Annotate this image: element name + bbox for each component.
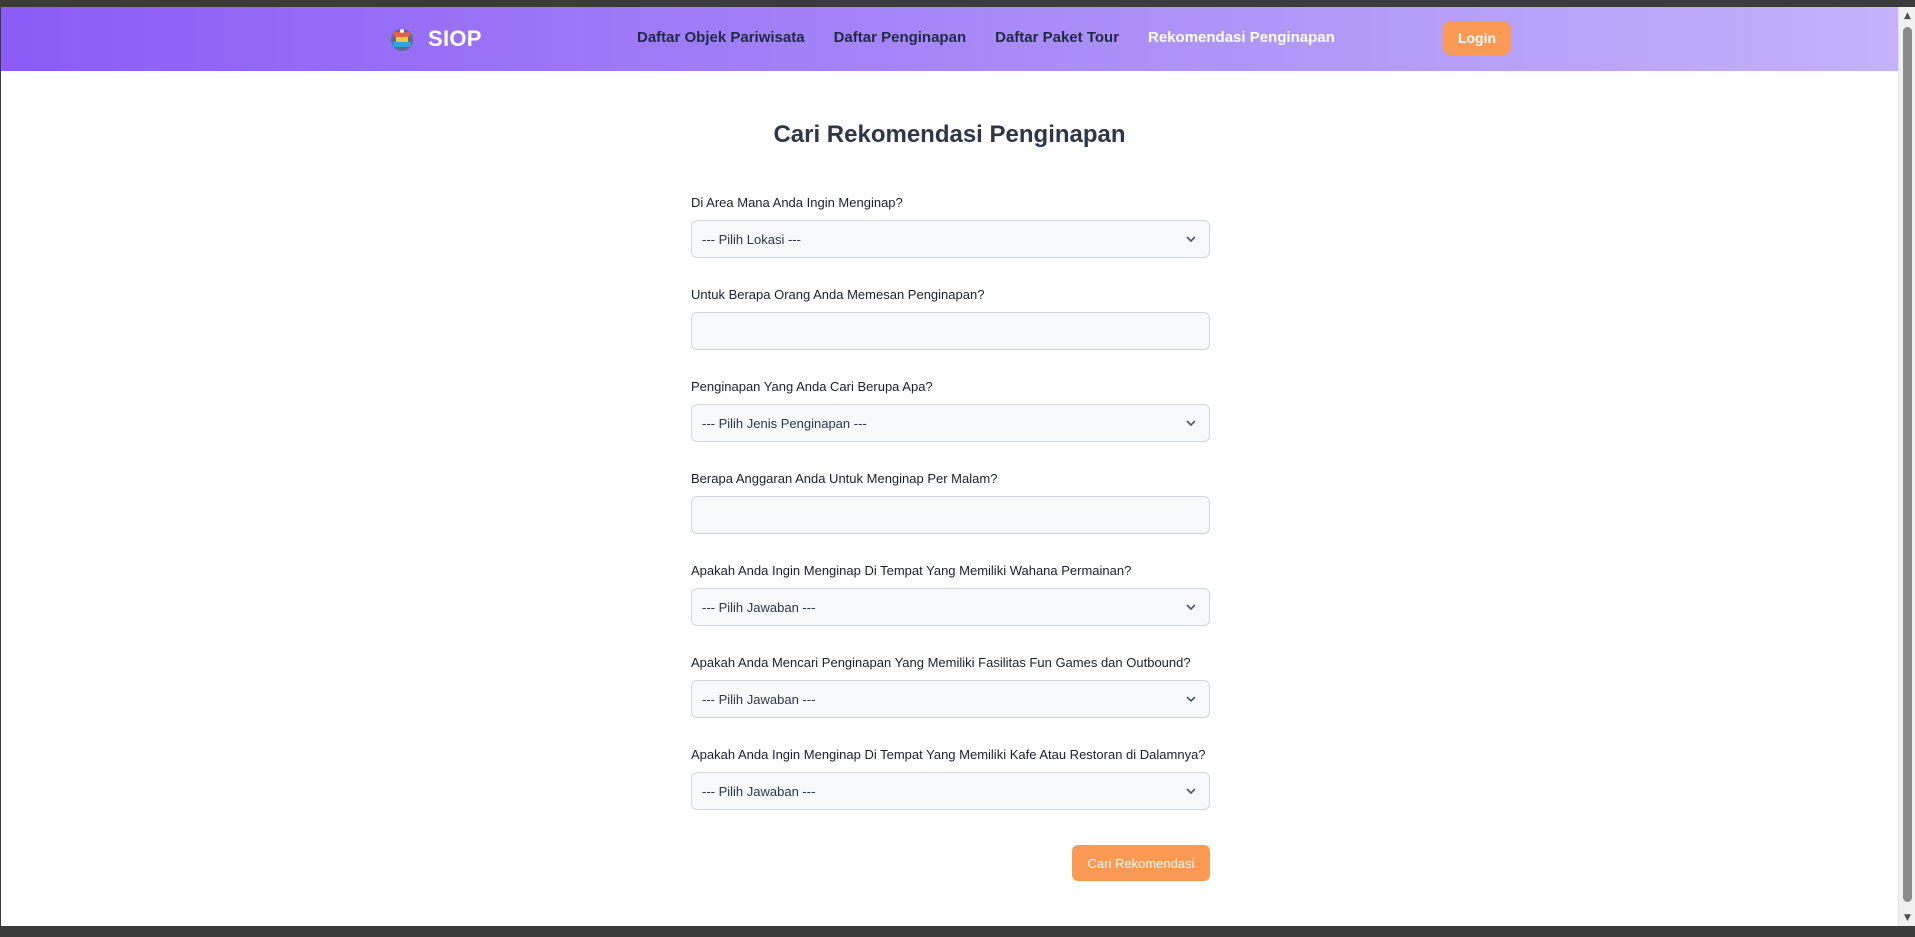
siop-logo-icon [391, 29, 413, 51]
window-frame-bottom [0, 926, 1915, 937]
window-frame-top [0, 0, 1915, 7]
nav-link-objek-pariwisata[interactable]: Daftar Objek Pariwisata [637, 29, 805, 46]
location-select[interactable]: --- Pilih Lokasi --- [691, 220, 1210, 258]
scroll-down-arrow-icon[interactable]: ▼ [1899, 909, 1915, 926]
nav-link-rekomendasi-penginapan[interactable]: Rekomendasi Penginapan [1148, 29, 1335, 46]
accommodation-type-field: Penginapan Yang Anda Cari Berupa Apa? --… [691, 379, 1210, 471]
vertical-scrollbar[interactable]: ▲ ▼ [1898, 7, 1915, 926]
chevron-down-icon [1186, 788, 1196, 794]
accommodation-type-select[interactable]: --- Pilih Jenis Penginapan --- [691, 404, 1210, 442]
cafe-select-value: --- Pilih Jawaban --- [702, 783, 816, 799]
chevron-down-icon [1186, 696, 1196, 702]
search-recommendation-button[interactable]: Cari Rekomendasi [1072, 845, 1210, 881]
recommendation-form: Di Area Mana Anda Ingin Menginap? --- Pi… [691, 195, 1210, 839]
nav-links: Daftar Objek Pariwisata Daftar Penginapa… [637, 29, 1364, 46]
rides-field: Apakah Anda Ingin Menginap Di Tempat Yan… [691, 563, 1210, 655]
page-viewport: SIOP Daftar Objek Pariwisata Daftar Peng… [1, 7, 1898, 926]
location-label: Di Area Mana Anda Ingin Menginap? [691, 195, 903, 210]
chevron-down-icon [1186, 604, 1196, 610]
scrollbar-thumb[interactable] [1903, 27, 1912, 902]
login-button[interactable]: Login [1443, 21, 1511, 55]
fungames-label: Apakah Anda Mencari Penginapan Yang Memi… [691, 655, 1191, 670]
scroll-up-arrow-icon[interactable]: ▲ [1899, 7, 1915, 24]
rides-select[interactable]: --- Pilih Jawaban --- [691, 588, 1210, 626]
nav-link-paket-tour[interactable]: Daftar Paket Tour [995, 29, 1119, 46]
budget-input[interactable] [691, 496, 1210, 534]
nav-link-penginapan[interactable]: Daftar Penginapan [834, 29, 967, 46]
rides-label: Apakah Anda Ingin Menginap Di Tempat Yan… [691, 563, 1132, 578]
fungames-select-value: --- Pilih Jawaban --- [702, 691, 816, 707]
page-title: Cari Rekomendasi Penginapan [773, 121, 1126, 148]
chevron-down-icon [1186, 420, 1196, 426]
chevron-down-icon [1186, 236, 1196, 242]
cafe-label: Apakah Anda Ingin Menginap Di Tempat Yan… [691, 747, 1206, 762]
cafe-field: Apakah Anda Ingin Menginap Di Tempat Yan… [691, 747, 1210, 839]
top-navbar: SIOP Daftar Objek Pariwisata Daftar Peng… [1, 7, 1898, 71]
rides-select-value: --- Pilih Jawaban --- [702, 599, 816, 615]
location-field: Di Area Mana Anda Ingin Menginap? --- Pi… [691, 195, 1210, 287]
accommodation-type-select-value: --- Pilih Jenis Penginapan --- [702, 415, 867, 431]
brand-name: SIOP [428, 26, 482, 51]
guests-input[interactable] [691, 312, 1210, 350]
budget-field: Berapa Anggaran Anda Untuk Menginap Per … [691, 471, 1210, 563]
fungames-field: Apakah Anda Mencari Penginapan Yang Memi… [691, 655, 1210, 747]
location-select-value: --- Pilih Lokasi --- [702, 231, 801, 247]
guests-field: Untuk Berapa Orang Anda Memesan Penginap… [691, 287, 1210, 379]
guests-label: Untuk Berapa Orang Anda Memesan Penginap… [691, 287, 985, 302]
cafe-select[interactable]: --- Pilih Jawaban --- [691, 772, 1210, 810]
accommodation-type-label: Penginapan Yang Anda Cari Berupa Apa? [691, 379, 933, 394]
budget-label: Berapa Anggaran Anda Untuk Menginap Per … [691, 471, 998, 486]
brand[interactable]: SIOP [389, 25, 482, 53]
fungames-select[interactable]: --- Pilih Jawaban --- [691, 680, 1210, 718]
